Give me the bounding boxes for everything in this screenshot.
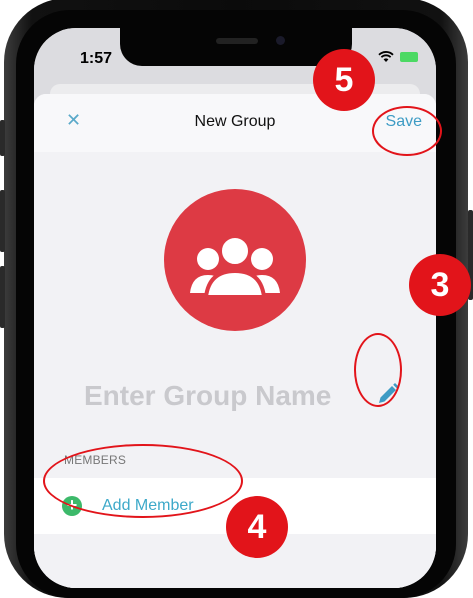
status-time: 1:57	[80, 50, 113, 67]
volume-up-button	[0, 190, 5, 252]
status-icons	[378, 48, 418, 64]
annotation-badge-4: 4	[226, 496, 288, 558]
speaker-grille	[216, 38, 258, 44]
group-avatar[interactable]	[164, 189, 306, 331]
group-icon	[190, 234, 280, 299]
front-camera	[276, 36, 285, 45]
add-member-highlight-ring	[43, 444, 243, 518]
volume-down-button	[0, 266, 5, 328]
edit-name-highlight-ring	[354, 333, 402, 407]
wifi-icon	[378, 51, 394, 63]
mute-switch	[0, 120, 5, 156]
annotation-badge-3: 3	[409, 254, 471, 316]
status-bar: 1:57	[34, 28, 436, 82]
battery-icon	[400, 52, 418, 63]
annotation-badge-5: 5	[313, 49, 375, 111]
group-name-input[interactable]: Enter Group Name	[84, 380, 331, 412]
save-highlight-ring	[372, 106, 442, 156]
notch	[120, 28, 352, 66]
